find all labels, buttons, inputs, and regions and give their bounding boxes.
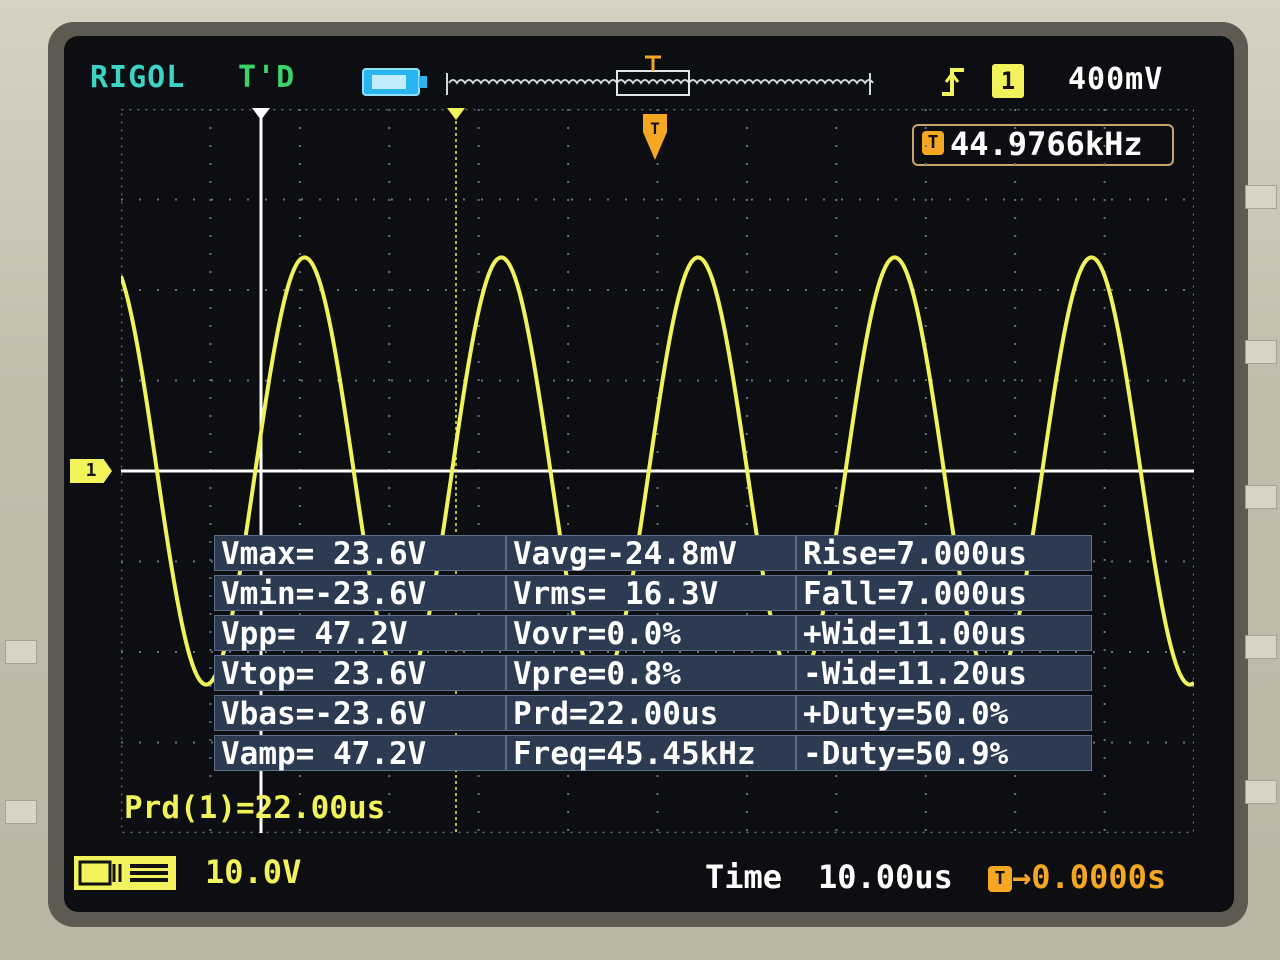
cursor-b-marker[interactable] (445, 106, 467, 128)
side-button[interactable] (5, 800, 37, 824)
measurement-cell: +Wid=11.00us (796, 615, 1092, 652)
measurement-cell: Fall=7.000us (796, 575, 1092, 612)
time-scale: 10.00us (818, 858, 953, 896)
side-button[interactable] (1245, 340, 1277, 364)
measurement-cell: Vpp= 47.2V (214, 615, 506, 652)
measurement-table: Vmax= 23.6V Vavg=-24.8mV Rise=7.000us Vmin=… (214, 535, 1094, 775)
side-button[interactable] (1245, 485, 1277, 509)
channel-1-marker[interactable]: 1 (70, 459, 112, 483)
measurement-cell: -Wid=11.20us (796, 655, 1092, 692)
measurement-cell: Rise=7.000us (796, 535, 1092, 572)
trigger-offset: →0.0000s (1012, 858, 1167, 896)
cursor-a-marker[interactable] (250, 106, 272, 128)
cursor-readout: Prd(1)=22.00us (124, 790, 386, 826)
battery-icon (362, 68, 427, 96)
side-button[interactable] (1245, 780, 1277, 804)
trigger-channel-badge: 1 (992, 64, 1024, 98)
side-button[interactable] (1245, 635, 1277, 659)
svg-text:T: T (650, 119, 660, 138)
measurement-cell: Vovr=0.0% (506, 615, 796, 652)
memory-position-bar[interactable] (445, 55, 875, 105)
time-label: Time (705, 858, 783, 896)
side-button[interactable] (1245, 185, 1277, 209)
trigger-level: 400mV (1068, 62, 1164, 97)
measurement-cell: Vbas=-23.6V (214, 695, 506, 732)
measurement-cell: +Duty=50.0% (796, 695, 1092, 732)
measurement-cell: Vpre=0.8% (506, 655, 796, 692)
trigger-position-icon[interactable]: T (640, 112, 670, 164)
side-button[interactable] (5, 640, 37, 664)
run-state: T'D (238, 60, 296, 95)
measurement-cell: -Duty=50.9% (796, 735, 1092, 772)
measurement-cell: Vavg=-24.8mV (506, 535, 796, 572)
measurement-cell: Vmin=-23.6V (214, 575, 506, 612)
measurement-cell: Vamp= 47.2V (214, 735, 506, 772)
rising-edge-icon (938, 66, 968, 98)
measurement-cell: Prd=22.00us (506, 695, 796, 732)
measurement-cell: Vtop= 23.6V (214, 655, 506, 692)
measurement-cell: Vmax= 23.6V (214, 535, 506, 572)
ch1-scale: 10.0V (205, 853, 302, 891)
measurement-cell: Vrms= 16.3V (506, 575, 796, 612)
measurement-cell: Freq=45.45kHz (506, 735, 796, 772)
trigger-offset-icon: T (988, 866, 1012, 892)
ch1-coupling-icon[interactable] (74, 856, 176, 890)
brand-label: RIGOL (90, 60, 186, 95)
